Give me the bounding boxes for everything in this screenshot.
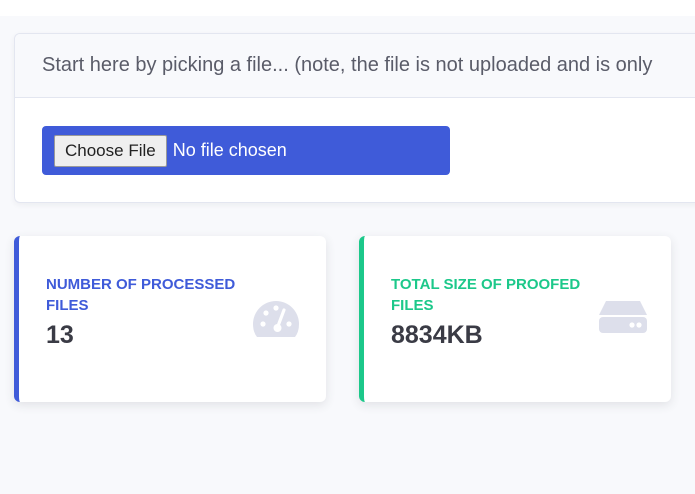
tachometer-icon xyxy=(253,301,299,337)
upload-card: Start here by picking a file... (note, t… xyxy=(14,33,695,203)
processed-files-value: 13 xyxy=(46,321,74,349)
file-status-text: No file chosen xyxy=(172,140,287,160)
hard-drive-icon xyxy=(599,301,647,333)
proofed-size-card: Total size of proofed files 8834KB xyxy=(359,236,671,402)
proofed-size-label: Total size of proofed files xyxy=(391,276,581,314)
processed-files-card: Number of processed files 13 xyxy=(14,236,326,402)
top-bar xyxy=(0,0,695,16)
upload-instructions: Start here by picking a file... (note, t… xyxy=(42,54,653,76)
upload-card-header: Start here by picking a file... (note, t… xyxy=(15,34,695,98)
choose-file-button[interactable]: Choose File xyxy=(54,134,167,167)
proofed-size-value: 8834KB xyxy=(391,321,483,349)
processed-files-label: Number of processed files xyxy=(46,276,236,314)
file-input[interactable]: Choose File No file chosen xyxy=(42,126,450,175)
